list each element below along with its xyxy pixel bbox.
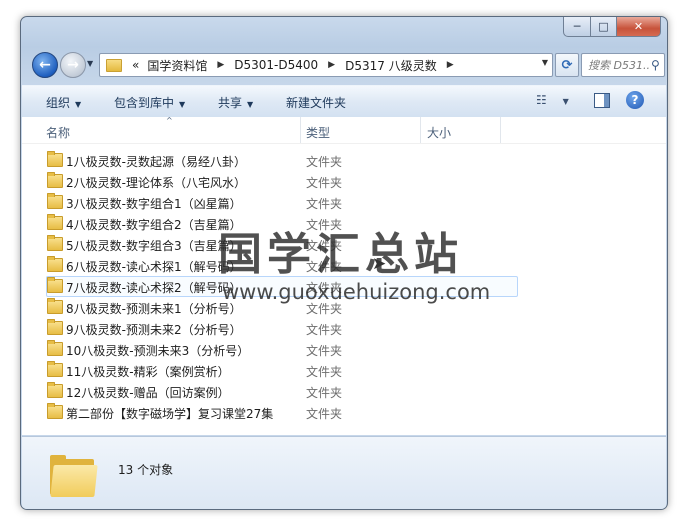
file-name: 第二部份【数字磁场学】复习课堂27集	[66, 407, 274, 421]
folder-icon	[47, 340, 63, 356]
folder-icon	[47, 277, 63, 293]
list-item[interactable]: 9八极灵数-预测未来2（分析号） 文件夹	[22, 318, 666, 339]
address-dropdown-icon[interactable]: ▼	[542, 58, 548, 67]
back-button[interactable]: ←	[32, 52, 58, 78]
organize-menu[interactable]: 组织 ▼	[46, 94, 81, 111]
watermark-url: www.guoxuehuizong.com	[222, 280, 491, 304]
file-type: 文件夹	[306, 176, 343, 190]
close-button[interactable]: ✕	[617, 17, 661, 37]
column-header-row: ^ 名称 类型 大小	[22, 116, 666, 144]
forward-button[interactable]: →	[60, 52, 86, 78]
caption-buttons: ─ □ ✕	[563, 17, 661, 37]
folder-icon	[47, 256, 63, 272]
maximize-button[interactable]: □	[591, 17, 617, 37]
file-name: 7八极灵数-读心术探2（解号码）	[66, 281, 242, 295]
column-divider[interactable]	[420, 117, 421, 143]
file-type: 文件夹	[306, 323, 343, 337]
list-item[interactable]: 12八极灵数-赠品（回访案例） 文件夹	[22, 381, 666, 402]
column-divider[interactable]	[300, 117, 301, 143]
file-name: 11八极灵数-精彩（案例赏析）	[66, 365, 230, 379]
chevron-right-icon[interactable]: ▶	[441, 60, 460, 70]
list-view-icon: ☷	[536, 93, 547, 107]
folder-icon	[47, 235, 63, 251]
include-in-library-label: 包含到库中	[114, 96, 175, 110]
file-type: 文件夹	[306, 197, 343, 211]
search-input[interactable]	[582, 56, 650, 74]
new-folder-button[interactable]: 新建文件夹	[286, 94, 346, 111]
minimize-button[interactable]: ─	[563, 17, 591, 37]
watermark-title: 国学汇总站	[218, 229, 463, 280]
dropdown-arrow-icon: ▼	[247, 100, 254, 109]
list-item[interactable]: 2八极灵数-理论体系（八宅风水） 文件夹	[22, 171, 666, 192]
chevron-right-icon[interactable]: ▶	[211, 60, 230, 70]
refresh-button[interactable]: ⟳	[555, 53, 579, 77]
dropdown-arrow-icon: ▼	[562, 97, 569, 106]
change-view-button[interactable]: ☷ ▼	[536, 93, 569, 107]
file-type: 文件夹	[306, 386, 343, 400]
folder-icon	[47, 361, 63, 377]
help-icon[interactable]: ?	[626, 91, 644, 109]
search-box[interactable]: ⚲	[581, 53, 665, 77]
dropdown-arrow-icon: ▼	[179, 100, 186, 109]
breadcrumb-item[interactable]: 国学资料馆	[143, 57, 211, 74]
details-pane: 13 个对象	[22, 436, 666, 509]
list-item[interactable]: 1八极灵数-灵数起源（易经八卦） 文件夹	[22, 150, 666, 171]
file-name: 8八极灵数-预测未来1（分析号）	[66, 302, 242, 316]
dropdown-arrow-icon: ▼	[75, 100, 82, 109]
file-name: 6八极灵数-读心术探1（解号码）	[66, 260, 242, 274]
folder-icon	[47, 319, 63, 335]
folder-icon	[47, 298, 63, 314]
column-type-header[interactable]: 类型	[306, 124, 330, 141]
folder-icon	[50, 455, 98, 497]
list-item[interactable]: 11八极灵数-精彩（案例赏析） 文件夹	[22, 360, 666, 381]
sort-caret-icon: ^	[166, 116, 173, 125]
share-menu[interactable]: 共享 ▼	[218, 94, 253, 111]
list-item[interactable]: 10八极灵数-预测未来3（分析号） 文件夹	[22, 339, 666, 360]
search-icon[interactable]: ⚲	[651, 58, 660, 72]
file-name: 12八极灵数-赠品（回访案例）	[66, 386, 230, 400]
file-type: 文件夹	[306, 344, 343, 358]
file-type: 文件夹	[306, 407, 343, 421]
folder-icon	[47, 403, 63, 419]
column-name-header[interactable]: 名称	[46, 124, 70, 141]
address-bar[interactable]: « 国学资料馆 ▶ D5301-D5400 ▶ D5317 八级灵数 ▶ ▼	[99, 53, 553, 77]
file-name: 9八极灵数-预测未来2（分析号）	[66, 323, 242, 337]
column-size-header[interactable]: 大小	[427, 124, 451, 141]
folder-icon	[47, 382, 63, 398]
breadcrumb-item[interactable]: D5301-D5400	[230, 58, 322, 72]
file-type: 文件夹	[306, 365, 343, 379]
folder-icon	[47, 151, 63, 167]
file-type: 文件夹	[306, 155, 343, 169]
command-bar: 组织 ▼ 包含到库中 ▼ 共享 ▼ 新建文件夹 ☷ ▼ ?	[22, 85, 666, 118]
list-item[interactable]: 3八极灵数-数字组合1（凶星篇） 文件夹	[22, 192, 666, 213]
mouse-cursor-icon: ➤	[372, 254, 387, 274]
navigation-bar: ← → ▼ « 国学资料馆 ▶ D5301-D5400 ▶ D5317 八级灵数…	[29, 47, 665, 79]
folder-icon	[47, 214, 63, 230]
chevron-right-icon[interactable]: ▶	[322, 60, 341, 70]
breadcrumb-overflow[interactable]: «	[128, 58, 143, 72]
folder-icon	[47, 172, 63, 188]
file-name: 1八极灵数-灵数起源（易经八卦）	[66, 155, 246, 169]
share-label: 共享	[218, 96, 243, 110]
item-count: 13 个对象	[118, 463, 174, 477]
column-divider[interactable]	[500, 117, 501, 143]
list-item[interactable]: 第二部份【数字磁场学】复习课堂27集 文件夹	[22, 402, 666, 423]
preview-pane-icon[interactable]	[594, 93, 610, 108]
new-folder-label: 新建文件夹	[286, 96, 347, 110]
recent-pages-dropdown[interactable]: ▼	[87, 59, 93, 68]
file-name: 3八极灵数-数字组合1（凶星篇）	[66, 197, 242, 211]
include-in-library-menu[interactable]: 包含到库中 ▼	[114, 94, 185, 111]
file-name: 10八极灵数-预测未来3（分析号）	[66, 344, 250, 358]
file-name: 2八极灵数-理论体系（八宅风水）	[66, 176, 246, 190]
file-name: 4八极灵数-数字组合2（吉星篇）	[66, 218, 242, 232]
folder-icon	[106, 58, 122, 72]
file-name: 5八极灵数-数字组合3（吉星篇）	[66, 239, 242, 253]
folder-icon	[47, 193, 63, 209]
breadcrumb-item[interactable]: D5317 八级灵数	[341, 57, 441, 74]
organize-label: 组织	[46, 96, 71, 110]
